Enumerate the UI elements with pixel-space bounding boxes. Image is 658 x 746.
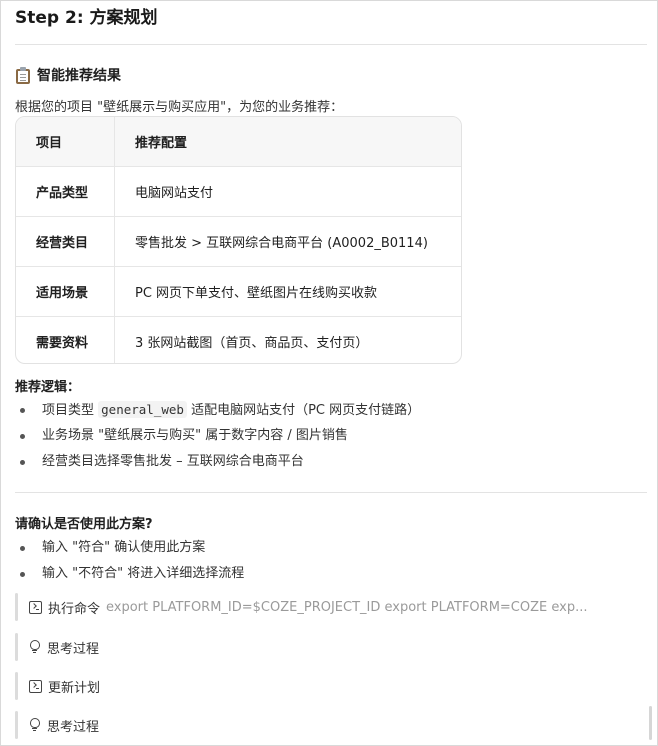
- step-label: 思考过程: [47, 719, 100, 735]
- step-label: 执行命令: [48, 601, 101, 617]
- section-title: 智能推荐结果: [15, 65, 121, 85]
- step-update-plan[interactable]: 更新计划: [15, 672, 647, 700]
- list-item: 输入 "不符合" 将进入详细选择流程: [15, 561, 244, 587]
- list-item: 经营类目选择零售批发 – 互联网综合电商平台: [15, 449, 420, 475]
- section-title-text: 智能推荐结果: [37, 68, 121, 84]
- table-header-row: 项目 推荐配置: [16, 117, 461, 167]
- lightbulb-icon: [29, 718, 41, 732]
- list-item: 输入 "符合" 确认使用此方案: [15, 535, 244, 561]
- divider: [15, 44, 647, 45]
- table-cell-key: 适用场景: [16, 266, 115, 317]
- step-label: 思考过程: [47, 641, 100, 657]
- terminal-icon: [29, 600, 42, 614]
- inline-code: general_web: [98, 401, 187, 418]
- step-title: Step 2: 方案规划: [15, 8, 158, 28]
- table-cell-value: 3 张网站截图（首页、商品页、支付页）: [135, 336, 369, 351]
- table-cell-key: 产品类型: [16, 166, 115, 217]
- table-header-config: 推荐配置: [114, 117, 461, 167]
- intro-text: 根据您的项目 "壁纸展示与购买应用"，为您的业务推荐：: [15, 100, 344, 115]
- table-row: 适用场景 PC 网页下单支付、壁纸图片在线购买收款: [16, 266, 461, 317]
- table-cell-value: PC 网页下单支付、壁纸图片在线购买收款: [114, 266, 461, 317]
- table-cell-value: 零售批发 > 互联网综合电商平台 (A0002_B0114): [114, 216, 461, 267]
- table-header-item: 项目: [16, 117, 115, 167]
- step-execute-command[interactable]: 执行命令 export PLATFORM_ID=$COZE_PROJECT_ID…: [15, 593, 647, 621]
- logic-title: 推荐逻辑：: [15, 380, 81, 395]
- scrollbar[interactable]: [649, 706, 652, 740]
- divider: [15, 492, 647, 493]
- table-row: 经营类目 零售批发 > 互联网综合电商平台 (A0002_B0114): [16, 216, 461, 267]
- table-cell-key: 经营类目: [16, 216, 115, 267]
- table-cell-value: 电脑网站支付: [114, 166, 461, 217]
- step-label: 更新计划: [48, 680, 101, 696]
- step-thinking-process[interactable]: 思考过程: [15, 633, 647, 661]
- terminal-icon: [29, 679, 42, 693]
- table-cell-key: 需要资料: [16, 316, 115, 363]
- clipboard-icon: [15, 66, 31, 84]
- logic-list: 项目类型 general_web 适配电脑网站支付（PC 网页支付链路） 业务场…: [15, 397, 420, 475]
- table-row: 需要资料 3 张网站截图（首页、商品页、支付页）: [16, 316, 461, 363]
- list-item: 业务场景 "壁纸展示与购买" 属于数字内容 / 图片销售: [15, 423, 420, 449]
- confirm-title: 请确认是否使用此方案?: [15, 517, 153, 532]
- lightbulb-icon: [29, 640, 41, 654]
- confirm-list: 输入 "符合" 确认使用此方案 输入 "不符合" 将进入详细选择流程: [15, 535, 244, 587]
- list-item: 项目类型 general_web 适配电脑网站支付（PC 网页支付链路）: [15, 397, 420, 423]
- recommendation-table: 项目 推荐配置 产品类型 电脑网站支付 经营类目 零售批发 > 互联网综合电商平…: [15, 116, 462, 364]
- step-thinking-process[interactable]: 思考过程: [15, 711, 647, 739]
- command-preview: export PLATFORM_ID=$COZE_PROJECT_ID expo…: [106, 599, 588, 615]
- table-row: 产品类型 电脑网站支付: [16, 166, 461, 217]
